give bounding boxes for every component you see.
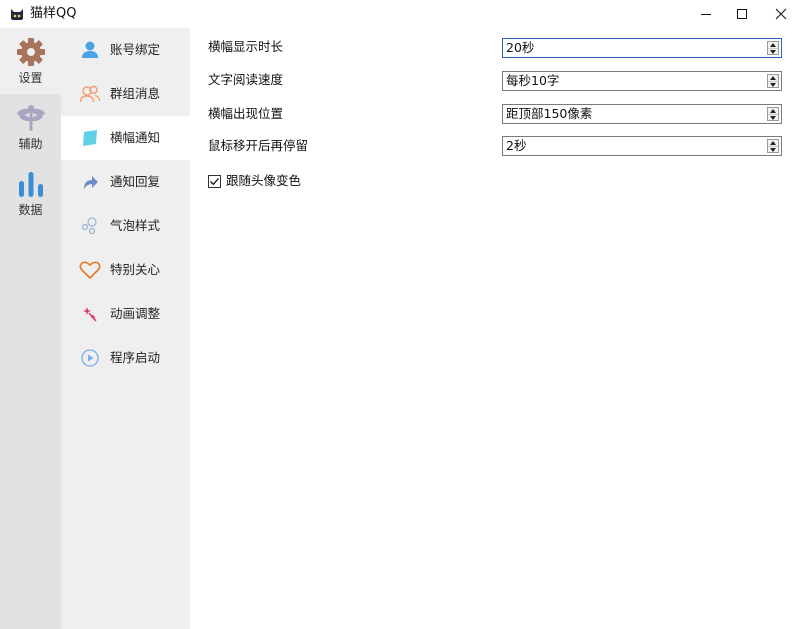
spinbox-arrows [767,74,779,88]
menu-item-label: 程序启动 [110,350,161,365]
banner-duration-spinbox[interactable]: 20秒 [502,38,782,58]
maximize-icon [737,9,747,19]
menu-item-label: 特别关心 [110,262,161,277]
cat-icon [9,6,25,22]
minimize-button[interactable] [688,0,724,28]
menu-item-label: 气泡样式 [110,218,161,233]
minimize-icon [701,14,711,15]
gear-icon [15,36,47,68]
heart-icon [79,259,101,281]
rail-item-data[interactable]: 数据 [0,160,61,226]
follow-avatar-color-label: 跟随头像变色 [226,173,302,188]
group-icon [79,83,101,105]
follow-avatar-color-row[interactable]: 跟随头像变色 [208,173,301,189]
spin-down-icon[interactable] [768,146,778,152]
menu-item-program-startup[interactable]: 程序启动 [61,336,190,380]
menu-item-banner-notification[interactable]: 横幅通知 [61,116,190,160]
hover-stay-label: 鼠标移开后再停留 [208,138,309,153]
window-title: 猫样QQ [30,6,77,21]
dragonfly-icon [15,102,47,134]
menu-item-notification-reply[interactable]: 通知回复 [61,160,190,204]
rail-item-settings[interactable]: 设置 [0,28,61,94]
menu-item-account-binding[interactable]: 账号绑定 [61,28,190,72]
spinbox-value: 每秒10字 [506,73,560,88]
bar-chart-icon [15,168,47,200]
rail-item-label: 辅助 [18,137,43,151]
rail-item-label: 设置 [18,71,43,85]
spinbox-arrows [767,41,779,55]
maximize-button[interactable] [724,0,760,28]
banner-position-spinbox[interactable]: 距顶部150像素 [502,104,782,124]
spin-down-icon[interactable] [768,48,778,54]
spinbox-arrows [767,139,779,153]
spin-down-icon[interactable] [768,114,778,120]
banner-duration-label: 横幅显示时长 [208,39,284,54]
settings-menu: 账号绑定 群组消息 横幅通知 通知回复 气泡样式 特别关心 动画调整 程序启动 [61,28,190,629]
banner-icon [79,127,101,149]
title-bar: 猫样QQ [0,0,802,28]
play-icon [79,347,101,369]
reading-speed-spinbox[interactable]: 每秒10字 [502,71,782,91]
spinbox-value: 20秒 [506,40,535,55]
reading-speed-label: 文字阅读速度 [208,72,284,87]
menu-item-group-messages[interactable]: 群组消息 [61,72,190,116]
checkmark-icon [210,177,219,185]
menu-item-bubble-style[interactable]: 气泡样式 [61,204,190,248]
menu-item-special-care[interactable]: 特别关心 [61,248,190,292]
spinbox-value: 2秒 [506,138,527,153]
rail-item-label: 数据 [18,203,43,217]
follow-avatar-color-checkbox[interactable] [208,174,221,188]
menu-item-animation-adjust[interactable]: 动画调整 [61,292,190,336]
menu-item-label: 通知回复 [110,174,161,189]
banner-position-label: 横幅出现位置 [208,106,284,121]
menu-item-label: 账号绑定 [110,42,161,57]
reply-arrow-icon [79,171,101,193]
spin-down-icon[interactable] [768,81,778,87]
menu-item-label: 群组消息 [110,86,161,101]
close-icon [775,8,787,20]
bubbles-icon [79,215,101,237]
category-rail: 设置 辅助 数据 [0,28,61,629]
user-icon [79,39,101,61]
close-button[interactable] [763,0,799,28]
sparkle-icon [79,303,101,325]
menu-item-label: 动画调整 [110,306,161,321]
spinbox-arrows [767,107,779,121]
spinbox-value: 距顶部150像素 [506,106,593,121]
rail-item-assist[interactable]: 辅助 [0,94,61,160]
menu-item-label: 横幅通知 [110,130,161,145]
settings-panel: 横幅显示时长 20秒 文字阅读速度 每秒10字 横幅出现位置 距顶部150像素 … [190,28,802,629]
hover-stay-spinbox[interactable]: 2秒 [502,136,782,156]
